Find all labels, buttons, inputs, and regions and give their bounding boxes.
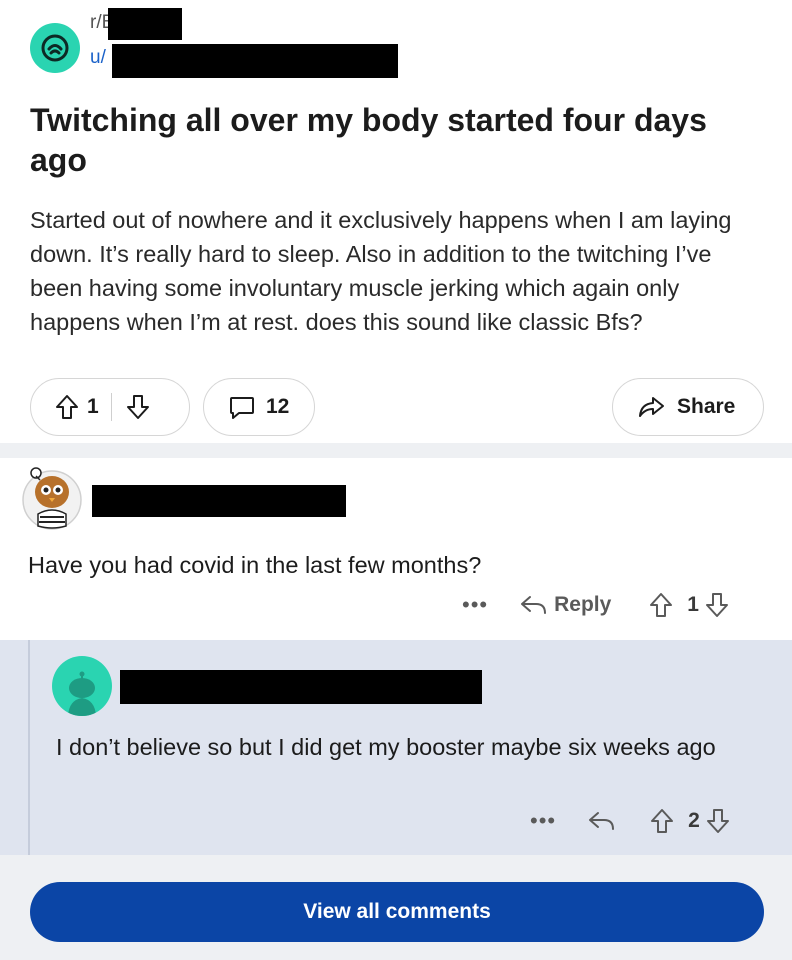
reply-downvote-icon[interactable] [706, 808, 730, 834]
commenter-name-redaction [92, 485, 346, 517]
share-label: Share [677, 395, 736, 418]
post-body: Started out of nowhere and it exclusivel… [30, 207, 732, 335]
reply-arrow-icon [518, 593, 548, 617]
subreddit-logo-icon [41, 34, 69, 62]
subreddit-name-redaction [108, 8, 182, 40]
upvote-icon[interactable] [55, 394, 79, 420]
reply-actions: ••• 2 [530, 808, 730, 834]
reply-more-options-icon[interactable]: ••• [530, 808, 556, 834]
post-vote-count: 1 [87, 395, 99, 418]
replier-name-redaction [120, 670, 482, 704]
comment-count: 12 [266, 395, 290, 418]
reply-button[interactable]: Reply [518, 593, 611, 617]
vote-separator [110, 393, 112, 421]
view-all-comments-button[interactable]: View all comments [30, 882, 764, 942]
section-divider [0, 443, 792, 458]
post-author[interactable]: u/ [90, 47, 106, 69]
comment-bubble-icon [228, 393, 256, 421]
reply-vote-count: 2 [688, 809, 700, 832]
comment-vote-count: 1 [687, 593, 699, 616]
comment-text: Have you had covid in the last few month… [28, 552, 482, 578]
comment-downvote-icon[interactable] [705, 592, 729, 618]
downvote-icon[interactable] [126, 394, 150, 420]
reply-label: Reply [554, 593, 612, 616]
comments-button[interactable]: 12 [203, 378, 315, 436]
post-vote-bar: 1 [30, 378, 190, 436]
commenter-avatar[interactable] [22, 462, 82, 530]
thread-line[interactable] [28, 640, 30, 855]
share-button[interactable]: Share [612, 378, 764, 436]
subreddit-avatar[interactable] [30, 23, 80, 73]
reply-upvote-icon[interactable] [650, 808, 674, 834]
post-card: r/B u/ Twitching all over my body starte… [0, 0, 792, 443]
comment-actions: ••• Reply 1 [462, 592, 729, 618]
replier-avatar[interactable] [52, 656, 112, 716]
share-arrow-icon [637, 395, 665, 419]
post-author-redaction [112, 44, 398, 78]
post-title: Twitching all over my body started four … [30, 102, 707, 178]
reply-text: I don’t believe so but I did get my boos… [56, 734, 716, 760]
more-options-icon[interactable]: ••• [462, 592, 488, 618]
reply-reply-icon[interactable] [586, 809, 616, 833]
comment-upvote-icon[interactable] [649, 592, 673, 618]
